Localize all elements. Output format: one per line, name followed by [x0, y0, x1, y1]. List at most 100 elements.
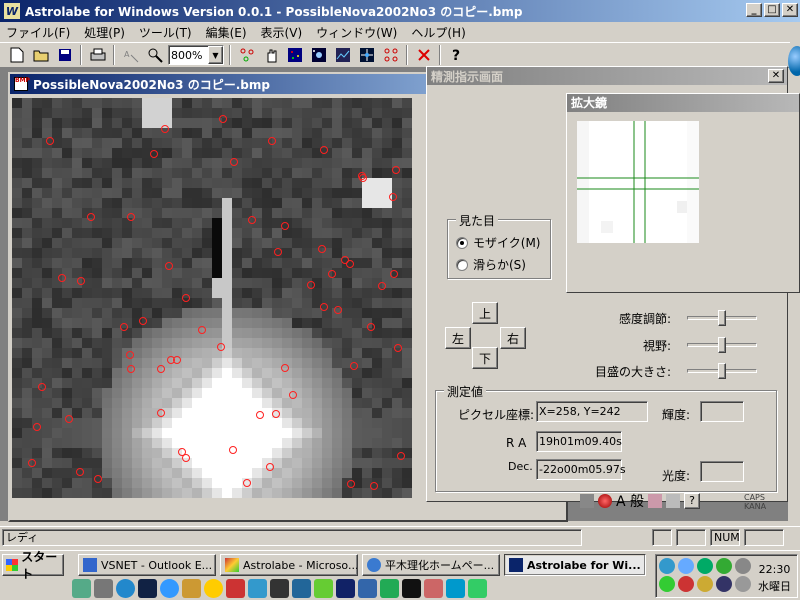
- scale-slider[interactable]: [687, 363, 757, 379]
- minimize-button[interactable]: _: [746, 3, 762, 17]
- quick-launch-icon[interactable]: [138, 579, 157, 598]
- task-browser[interactable]: 平木理化ホームペー...: [362, 554, 500, 576]
- scale-label: 目盛の大きさ:: [594, 365, 671, 379]
- quick-launch-icon[interactable]: [336, 579, 355, 598]
- maximize-button[interactable]: □: [764, 3, 780, 17]
- ime-dictionary-icon[interactable]: [648, 494, 663, 508]
- status-bar: レディ NUM: [0, 526, 800, 546]
- quick-launch-icon[interactable]: [204, 579, 223, 598]
- ime-help-icon[interactable]: ?: [684, 493, 701, 509]
- menu-file[interactable]: ファイル(F): [6, 24, 70, 41]
- tray-icon[interactable]: [716, 558, 732, 574]
- sensitivity-slider[interactable]: [687, 310, 757, 326]
- start-button[interactable]: スタート: [2, 550, 64, 581]
- menu-window[interactable]: ウィンドウ(W): [316, 24, 397, 41]
- ime-tool-icon[interactable]: [666, 494, 681, 508]
- print-icon[interactable]: [87, 45, 108, 66]
- menu-edit[interactable]: 編集(E): [206, 24, 247, 41]
- slider-thumb[interactable]: [718, 310, 726, 326]
- ime-mode[interactable]: A 般: [616, 491, 644, 511]
- quick-launch-icon[interactable]: [94, 579, 113, 598]
- outlook-icon: [83, 558, 97, 572]
- move-up-button[interactable]: 上: [472, 302, 498, 324]
- quick-launch-icon[interactable]: [292, 579, 311, 598]
- brightness-field: [700, 401, 744, 422]
- image-process-icon[interactable]: [332, 45, 353, 66]
- move-right-button[interactable]: 右: [500, 327, 526, 349]
- star-field-image[interactable]: [12, 98, 412, 498]
- dec-label: Dec.: [508, 460, 533, 473]
- open-folder-icon[interactable]: [30, 45, 51, 66]
- ime-status-icon[interactable]: [598, 494, 612, 508]
- tray-icon[interactable]: [697, 558, 713, 574]
- image-canvas[interactable]: [12, 98, 412, 498]
- new-file-icon[interactable]: [6, 45, 27, 66]
- task-astrolabe-vs[interactable]: Astrolabe - Microso...: [220, 554, 358, 576]
- close-button[interactable]: ✕: [782, 3, 798, 17]
- radio-dot[interactable]: [456, 236, 468, 249]
- star-detect-icon[interactable]: [308, 45, 329, 66]
- tray-icon[interactable]: [659, 558, 675, 574]
- tray-icon[interactable]: [678, 576, 694, 592]
- quick-launch-icon[interactable]: [402, 579, 421, 598]
- crosshair-icon[interactable]: [356, 45, 377, 66]
- task-label: 平木理化ホームペー...: [385, 559, 495, 572]
- quick-launch-icon[interactable]: [270, 579, 289, 598]
- quick-launch-icon[interactable]: [116, 579, 135, 598]
- fov-slider[interactable]: [687, 337, 757, 353]
- menu-process[interactable]: 処理(P): [84, 24, 125, 41]
- clock[interactable]: 22:30 水曜日: [758, 561, 791, 595]
- app-title-bar[interactable]: W Astrolabe for Windows Version 0.0.1 - …: [0, 0, 800, 22]
- zoom-tool-icon[interactable]: [144, 45, 165, 66]
- num-lock-indicator: NUM: [710, 529, 740, 546]
- measure-icon[interactable]: A: [120, 45, 141, 66]
- close-icon[interactable]: ✕: [768, 69, 784, 83]
- help-icon[interactable]: ?: [446, 45, 467, 66]
- toolbar-separator: [80, 45, 82, 65]
- quick-launch-icon[interactable]: [314, 579, 333, 598]
- quick-launch-icon[interactable]: [358, 579, 377, 598]
- tray-icon[interactable]: [735, 558, 751, 574]
- appearance-group: 見た目 モザイク(M) 滑らか(S): [447, 212, 551, 279]
- menu-tools[interactable]: ツール(T): [139, 24, 192, 41]
- tray-icon[interactable]: [735, 576, 751, 592]
- tray-icon[interactable]: [697, 576, 713, 592]
- marker-icon[interactable]: [236, 45, 257, 66]
- quick-launch-icon[interactable]: [380, 579, 399, 598]
- zoom-select[interactable]: 800% ▼: [168, 45, 224, 65]
- quick-launch-icon[interactable]: [248, 579, 267, 598]
- chevron-down-icon[interactable]: ▼: [208, 46, 223, 64]
- hand-icon[interactable]: [260, 45, 281, 66]
- grid-icon[interactable]: [284, 45, 305, 66]
- radio-dot[interactable]: [456, 258, 468, 271]
- astrolabe-app-icon[interactable]: W: [4, 3, 20, 19]
- quick-launch-icon[interactable]: [226, 579, 245, 598]
- quick-launch-icon[interactable]: [72, 579, 91, 598]
- quick-launch-icon[interactable]: [424, 579, 443, 598]
- tray-icon[interactable]: [716, 576, 732, 592]
- mosaic-radio[interactable]: モザイク(M): [456, 234, 540, 251]
- quick-launch-icon[interactable]: [182, 579, 201, 598]
- dec-field: -22o00m05.97s: [536, 459, 626, 480]
- task-astrolabe[interactable]: Astrolabe for Wi...: [504, 554, 646, 576]
- delete-icon[interactable]: [413, 45, 434, 66]
- move-down-button[interactable]: 下: [472, 347, 498, 369]
- zoom-value: 800%: [171, 48, 203, 62]
- smooth-radio[interactable]: 滑らか(S): [456, 256, 526, 273]
- save-icon[interactable]: [54, 45, 75, 66]
- slider-thumb[interactable]: [718, 363, 726, 379]
- quick-launch-icon[interactable]: [160, 579, 179, 598]
- tray-icon[interactable]: [678, 558, 694, 574]
- tray-icons: [659, 558, 752, 592]
- observation-panel-title-bar[interactable]: 精測指示画面: [427, 67, 787, 85]
- move-left-button[interactable]: 左: [445, 327, 471, 349]
- menu-help[interactable]: ヘルプ(H): [411, 24, 465, 41]
- quick-launch-icon[interactable]: [468, 579, 487, 598]
- task-outlook[interactable]: VSNET - Outlook E...: [78, 554, 216, 576]
- quick-launch-icon[interactable]: [446, 579, 465, 598]
- tray-icon[interactable]: [659, 576, 675, 592]
- slider-thumb[interactable]: [718, 337, 726, 353]
- magnifier-window[interactable]: 拡大鏡: [566, 93, 800, 293]
- circles-icon[interactable]: [380, 45, 401, 66]
- menu-view[interactable]: 表示(V): [261, 24, 303, 41]
